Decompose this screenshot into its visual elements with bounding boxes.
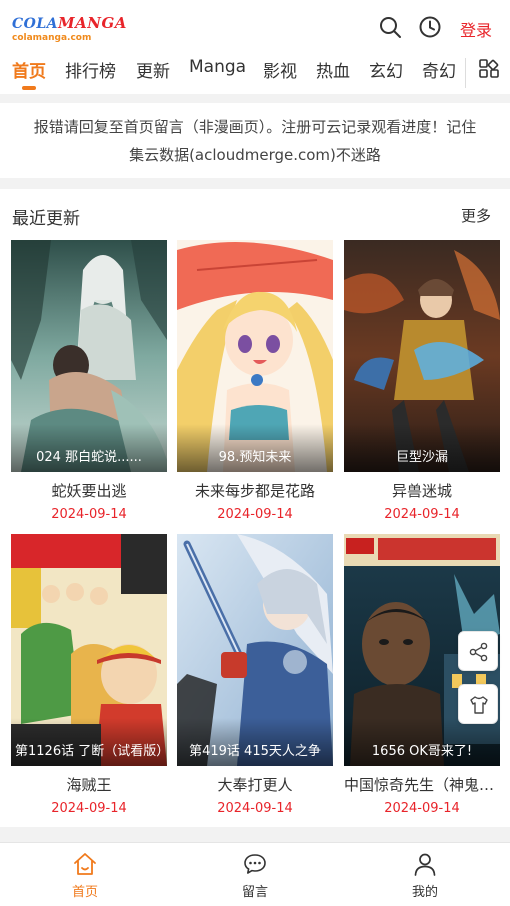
latest-episode: 第419话 415天人之争 bbox=[189, 744, 321, 759]
manga-title[interactable]: 大奉打更人 bbox=[177, 774, 333, 795]
theme-button[interactable] bbox=[458, 684, 498, 724]
latest-episode: 1656 OK哥来了! bbox=[371, 744, 473, 759]
user-icon bbox=[414, 853, 436, 876]
share-icon bbox=[469, 642, 488, 662]
tab-action[interactable]: 热血 bbox=[316, 57, 350, 82]
chat-icon bbox=[244, 854, 266, 874]
nav-profile-label: 我的 bbox=[411, 885, 438, 900]
manga-cover[interactable]: 024 那白蛇说...... bbox=[11, 240, 167, 472]
tab-manga[interactable]: Manga bbox=[189, 57, 246, 77]
logo-text-manga: MANGA bbox=[58, 14, 127, 32]
tab-divider bbox=[465, 58, 466, 88]
tab-ranking[interactable]: 排行榜 bbox=[65, 57, 116, 82]
nav-messages-label: 留言 bbox=[241, 885, 268, 900]
manga-title[interactable]: 异兽迷城 bbox=[344, 480, 500, 501]
manga-card[interactable]: 巨型沙漏 异兽迷城 2024-09-14 bbox=[344, 240, 500, 522]
all-categories-icon[interactable] bbox=[478, 58, 500, 80]
more-link[interactable]: 更多 bbox=[461, 205, 491, 226]
manga-card[interactable]: 第1126话 了断（试看版） 海贼王 2024-09-14 bbox=[11, 534, 167, 816]
nav-home[interactable]: 首页 bbox=[45, 849, 125, 900]
logo-text-cola: COLA bbox=[12, 16, 59, 32]
manga-cover[interactable]: 巨型沙漏 bbox=[344, 240, 500, 472]
manga-card[interactable]: 第419话 415天人之争 大奉打更人 2024-09-14 bbox=[177, 534, 333, 816]
home-icon bbox=[74, 853, 96, 875]
recent-updates-section: 最近更新 更多 024 那白蛇说...... 蛇妖要出逃 2024-09-14 bbox=[0, 189, 510, 827]
notice-line-1: 报错请回复至首页留言（非漫画页）。注册可云记录观看进度！记住 bbox=[33, 118, 477, 136]
latest-episode: 98.预知未来 bbox=[218, 450, 292, 465]
top-header: COLAMANGA colamanga.com 登录 bbox=[0, 0, 510, 54]
latest-episode: 第1126话 了断（试看版） bbox=[15, 744, 163, 759]
manga-cover[interactable]: 98.预知未来 bbox=[177, 240, 333, 472]
nav-home-label: 首页 bbox=[71, 885, 98, 900]
nav-profile[interactable]: 我的 bbox=[385, 849, 465, 900]
tab-film[interactable]: 影视 bbox=[263, 57, 297, 82]
logo-domain: colamanga.com bbox=[12, 33, 92, 43]
update-date: 2024-09-14 bbox=[384, 801, 460, 816]
tab-updates[interactable]: 更新 bbox=[136, 57, 170, 82]
bottom-navigation: 首页 留言 我的 bbox=[0, 842, 510, 906]
update-date: 2024-09-14 bbox=[51, 801, 127, 816]
manga-cover[interactable]: 第419话 415天人之争 bbox=[177, 534, 333, 766]
latest-episode: 024 那白蛇说...... bbox=[36, 450, 142, 465]
tab-fantasy[interactable]: 奇幻 bbox=[422, 57, 456, 82]
site-logo[interactable]: COLAMANGA colamanga.com bbox=[12, 16, 127, 43]
manga-title[interactable]: 蛇妖要出逃 bbox=[11, 480, 167, 501]
tab-home[interactable]: 首页 bbox=[12, 57, 46, 82]
notice-banner: 报错请回复至首页留言（非漫画页）。注册可云记录观看进度！记住 集云数据(aclo… bbox=[0, 103, 510, 178]
category-tabs: 首页 排行榜 更新 Manga 影视 热血 玄幻 奇幻 bbox=[0, 54, 510, 94]
section-title: 最近更新 bbox=[12, 209, 80, 229]
update-date: 2024-09-14 bbox=[51, 507, 127, 522]
history-clock-icon[interactable] bbox=[418, 15, 442, 39]
manga-card[interactable]: 024 那白蛇说...... 蛇妖要出逃 2024-09-14 bbox=[11, 240, 167, 522]
login-link[interactable]: 登录 bbox=[460, 17, 492, 41]
update-date: 2024-09-14 bbox=[217, 801, 293, 816]
tshirt-icon bbox=[470, 696, 488, 714]
manga-title[interactable]: 海贼王 bbox=[11, 774, 167, 795]
manga-card[interactable]: 98.预知未来 未来每步都是花路 2024-09-14 bbox=[177, 240, 333, 522]
notice-line-2: 集云数据(acloudmerge.com)不迷路 bbox=[129, 146, 381, 164]
manga-card[interactable]: 1656 OK哥来了! 中国惊奇先生（神鬼七杀令） 2024-09-14 bbox=[344, 534, 500, 816]
active-tab-indicator bbox=[22, 86, 36, 90]
update-date: 2024-09-14 bbox=[217, 507, 293, 522]
update-date: 2024-09-14 bbox=[384, 507, 460, 522]
manga-title[interactable]: 中国惊奇先生（神鬼七杀令） bbox=[344, 774, 500, 795]
nav-messages[interactable]: 留言 bbox=[215, 849, 295, 900]
latest-episode: 巨型沙漏 bbox=[395, 450, 448, 465]
share-button[interactable] bbox=[458, 631, 498, 671]
manga-title[interactable]: 未来每步都是花路 bbox=[177, 480, 333, 501]
search-icon[interactable] bbox=[378, 15, 402, 39]
tab-xuanhuan[interactable]: 玄幻 bbox=[369, 57, 403, 82]
manga-cover[interactable]: 第1126话 了断（试看版） bbox=[11, 534, 167, 766]
